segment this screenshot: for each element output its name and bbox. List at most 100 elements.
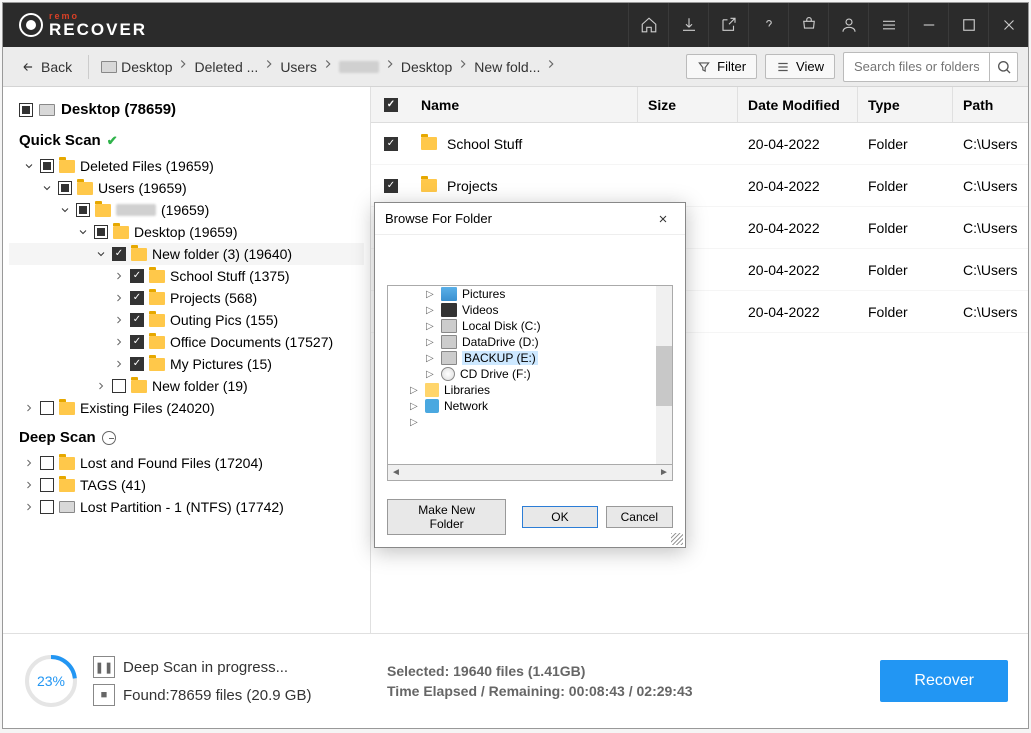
stop-button[interactable]: ■ <box>93 684 115 706</box>
tree-item[interactable]: New folder (3) (19640) <box>9 243 364 265</box>
tree-item[interactable]: Lost Partition - 1 (NTFS) (17742) <box>9 496 364 518</box>
sidebar-root[interactable]: Desktop (78659) <box>9 97 364 122</box>
checkbox-icon[interactable] <box>40 401 54 415</box>
tree-item[interactable]: My Pictures (15) <box>9 353 364 375</box>
expand-icon[interactable] <box>23 160 35 172</box>
export-icon[interactable] <box>708 3 748 47</box>
checkbox-icon[interactable] <box>58 181 72 195</box>
expand-icon[interactable]: ▷ <box>426 289 436 300</box>
breadcrumb-item[interactable]: New fold... <box>470 57 544 77</box>
import-icon[interactable] <box>668 3 708 47</box>
header-type[interactable]: Type <box>858 87 953 122</box>
checkbox-icon[interactable] <box>130 313 144 327</box>
tree-item[interactable]: Projects (568) <box>9 287 364 309</box>
cancel-button[interactable]: Cancel <box>606 506 673 528</box>
scroll-left-icon[interactable]: ◄ <box>388 467 404 478</box>
expand-icon[interactable] <box>41 182 53 194</box>
user-icon[interactable] <box>828 3 868 47</box>
header-date[interactable]: Date Modified <box>738 87 858 122</box>
row-checkbox[interactable] <box>384 179 398 193</box>
dialog-scroll-thumb[interactable] <box>656 346 672 406</box>
checkbox-icon[interactable] <box>112 379 126 393</box>
ok-button[interactable]: OK <box>522 506 597 528</box>
menu-icon[interactable] <box>868 3 908 47</box>
header-name[interactable]: Name <box>411 87 638 122</box>
expand-icon[interactable]: ▷ <box>410 417 420 428</box>
view-button[interactable]: View <box>765 54 835 79</box>
checkbox-icon[interactable] <box>40 159 54 173</box>
dialog-tree-item[interactable]: ▷BACKUP (E:) <box>388 350 672 366</box>
expand-icon[interactable] <box>113 314 125 326</box>
dialog-tree-item[interactable]: ▷Videos <box>388 302 672 318</box>
checkbox-icon[interactable] <box>130 269 144 283</box>
tree-item[interactable]: Office Documents (17527) <box>9 331 364 353</box>
breadcrumb-item[interactable]: Desktop <box>97 57 176 77</box>
checkbox-icon[interactable] <box>130 335 144 349</box>
dialog-folder-tree[interactable]: ▷Pictures▷Videos▷Local Disk (C:)▷DataDri… <box>387 285 673 465</box>
expand-icon[interactable] <box>95 380 107 392</box>
expand-icon[interactable]: ▷ <box>426 321 436 332</box>
dialog-tree-item[interactable]: ▷ <box>388 414 672 430</box>
dialog-tree-item[interactable]: ▷Libraries <box>388 382 672 398</box>
breadcrumb-item[interactable]: Users <box>276 57 321 77</box>
tree-item[interactable]: Users (19659) <box>9 177 364 199</box>
home-icon[interactable] <box>628 3 668 47</box>
row-checkbox[interactable] <box>384 137 398 151</box>
expand-icon[interactable]: ▷ <box>426 369 436 380</box>
expand-icon[interactable]: ▷ <box>410 401 420 412</box>
dialog-close-button[interactable] <box>651 207 675 231</box>
close-icon[interactable] <box>988 3 1028 47</box>
back-button[interactable]: Back <box>13 55 80 79</box>
search-button[interactable] <box>989 53 1017 81</box>
checkbox-icon[interactable] <box>112 247 126 261</box>
tree-item[interactable]: School Stuff (1375) <box>9 265 364 287</box>
checkbox-icon[interactable] <box>130 357 144 371</box>
tree-item[interactable]: Existing Files (24020) <box>9 397 364 419</box>
pause-button[interactable]: ❚❚ <box>93 656 115 678</box>
checkbox-icon[interactable] <box>94 225 108 239</box>
checkbox-icon[interactable] <box>40 500 54 514</box>
tree-item[interactable]: Lost and Found Files (17204) <box>9 452 364 474</box>
expand-icon[interactable] <box>23 402 35 414</box>
dialog-hscroll[interactable]: ◄ ► <box>387 465 673 481</box>
breadcrumb-item[interactable]: Deleted ... <box>190 57 262 77</box>
maximize-icon[interactable] <box>948 3 988 47</box>
expand-icon[interactable] <box>113 358 125 370</box>
tree-item[interactable]: Desktop (19659) <box>9 221 364 243</box>
table-row[interactable]: Projects20-04-2022FolderC:\Users <box>371 165 1028 207</box>
search-input[interactable] <box>844 54 989 79</box>
checkbox-icon[interactable] <box>19 103 33 117</box>
minimize-icon[interactable] <box>908 3 948 47</box>
expand-icon[interactable]: ▷ <box>426 353 436 364</box>
checkbox-icon[interactable] <box>130 291 144 305</box>
dialog-resizer[interactable] <box>671 533 683 545</box>
expand-icon[interactable]: ▷ <box>426 337 436 348</box>
expand-icon[interactable] <box>113 270 125 282</box>
expand-icon[interactable] <box>23 457 35 469</box>
expand-icon[interactable] <box>95 248 107 260</box>
header-path[interactable]: Path <box>953 87 1028 122</box>
header-checkbox[interactable] <box>384 98 398 112</box>
dialog-tree-item[interactable]: ▷CD Drive (F:) <box>388 366 672 382</box>
expand-icon[interactable] <box>23 479 35 491</box>
recover-button[interactable]: Recover <box>880 660 1008 702</box>
expand-icon[interactable] <box>77 226 89 238</box>
tree-item[interactable]: Outing Pics (155) <box>9 309 364 331</box>
breadcrumb-item[interactable] <box>335 59 383 75</box>
expand-icon[interactable] <box>59 204 71 216</box>
expand-icon[interactable]: ▷ <box>426 305 436 316</box>
checkbox-icon[interactable] <box>76 203 90 217</box>
expand-icon[interactable] <box>113 336 125 348</box>
filter-button[interactable]: Filter <box>686 54 757 79</box>
scroll-right-icon[interactable]: ► <box>656 467 672 478</box>
make-folder-button[interactable]: Make New Folder <box>387 499 506 535</box>
help-icon[interactable] <box>748 3 788 47</box>
checkbox-icon[interactable] <box>40 456 54 470</box>
breadcrumb-item[interactable]: Desktop <box>397 57 456 77</box>
cart-icon[interactable] <box>788 3 828 47</box>
dialog-tree-item[interactable]: ▷Pictures <box>388 286 672 302</box>
tree-item[interactable]: (19659) <box>9 199 364 221</box>
dialog-tree-item[interactable]: ▷Local Disk (C:) <box>388 318 672 334</box>
checkbox-icon[interactable] <box>40 478 54 492</box>
table-row[interactable]: School Stuff20-04-2022FolderC:\Users <box>371 123 1028 165</box>
